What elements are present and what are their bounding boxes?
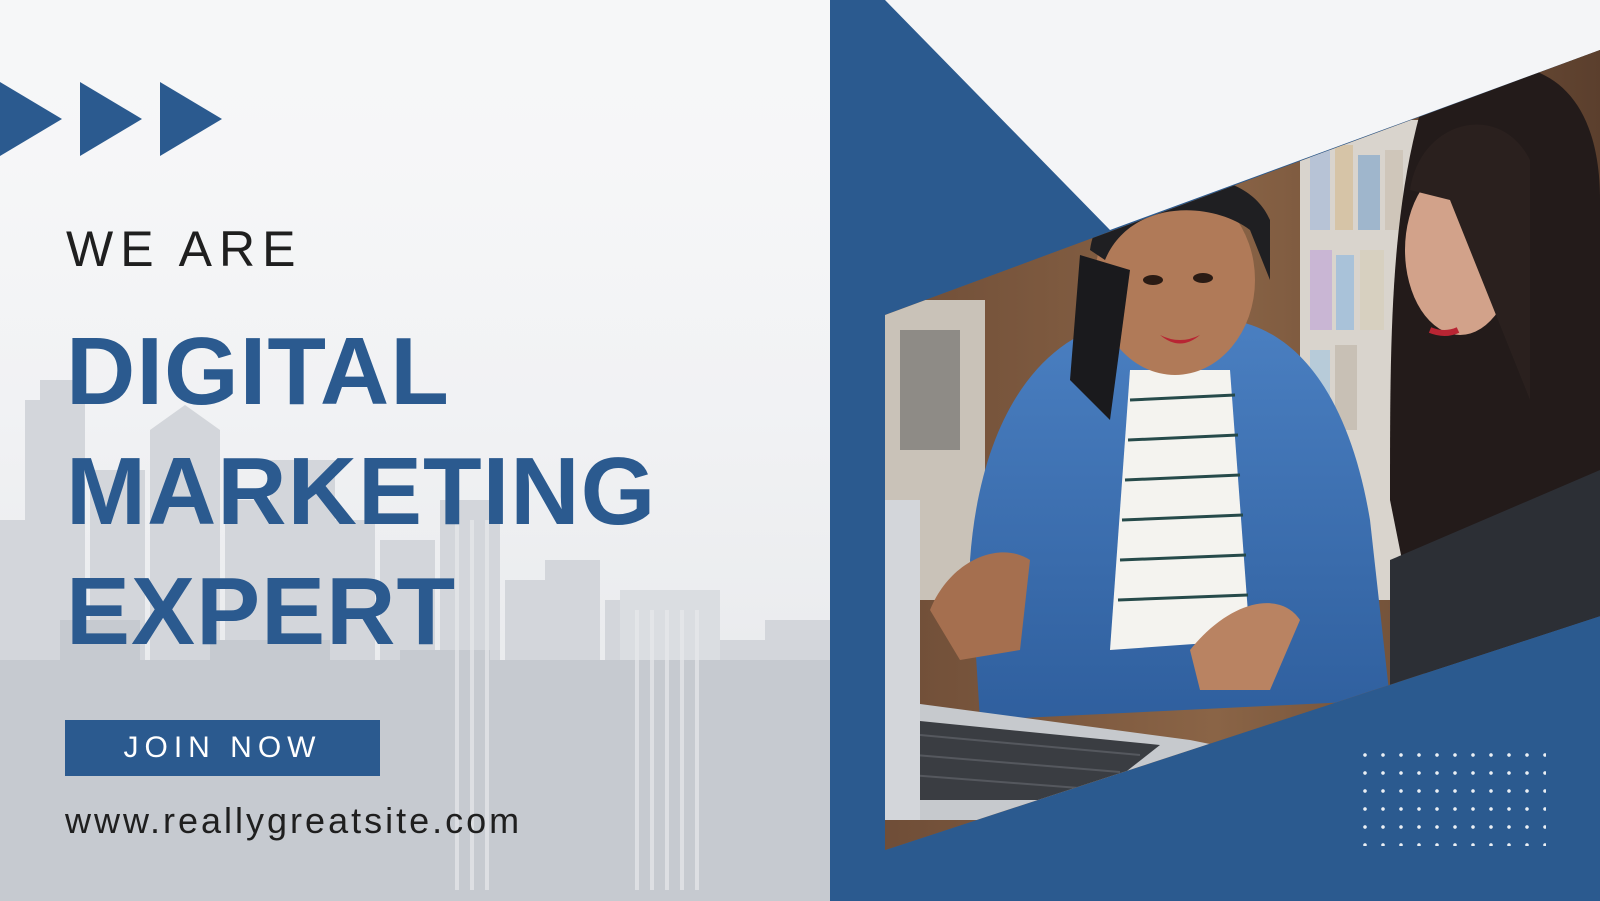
headline-line-digital: DIGITAL — [66, 318, 450, 425]
join-now-button[interactable]: JOIN NOW — [65, 720, 380, 776]
headline-line-marketing: MARKETING — [66, 438, 657, 545]
dot-grid-pattern — [1356, 746, 1546, 846]
headline-line-expert: EXPERT — [66, 558, 457, 665]
website-url[interactable]: www.reallygreatsite.com — [65, 800, 522, 842]
headline-intro: WE ARE — [66, 221, 303, 277]
left-panel: WE ARE DIGITAL MARKETING EXPERT JOIN NOW… — [0, 0, 830, 901]
headline-main: DIGITAL MARKETING EXPERT — [66, 312, 656, 672]
triple-play-arrows-icon — [0, 82, 222, 156]
